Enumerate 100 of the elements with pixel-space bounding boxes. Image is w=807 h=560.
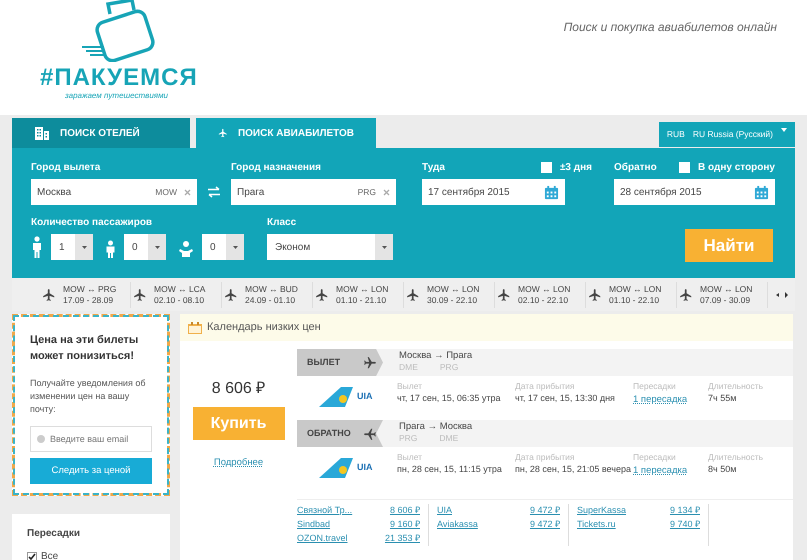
logo-title: #ПАКУЕМСЯ [40,66,198,90]
plane-icon [363,426,377,440]
return-label: Обратно [614,161,657,175]
depart-date-field[interactable]: 17 сентября 2015 [422,179,565,205]
hotel-icon [34,125,50,141]
checkbox[interactable] [679,162,690,173]
count-select[interactable]: 1 [51,234,93,260]
column-label: Длительность [708,381,764,392]
plane-icon [497,288,511,302]
track-price-button[interactable]: Следить за ценой [30,458,152,484]
column-value: 8ч 50м [708,463,738,476]
agency-price-link[interactable]: 9 160 ₽ [390,518,420,532]
destination-field[interactable]: Прага PRG [231,179,396,205]
filter-option-label: Все [41,550,58,560]
recent-route[interactable]: MOW ↔ LON 01.10 - 22.10 [586,282,677,308]
stops-link[interactable]: 1 пересадка [633,393,688,408]
class-label: Класс [267,216,298,230]
logo-tagline: заражаем путешествиями [65,90,168,102]
direction-label: ОБРАТНО [297,420,383,447]
airline-name: UIA [357,390,372,404]
agency-price-link[interactable]: 21 353 ₽ [384,532,420,546]
plane-icon [406,288,420,302]
agency-link[interactable]: Связной Тр... [297,504,352,518]
plane-icon [42,288,56,302]
agency-price-link[interactable]: 9 472 ₽ [530,504,560,518]
caret-icon [781,128,787,132]
destination-label: Город назначения [231,161,322,175]
count-select[interactable]: 0 [124,234,166,260]
recent-route[interactable]: MOW ↔ LON 02.10 - 22.10 [495,282,586,308]
origin-field[interactable]: Москва MOW [31,179,197,205]
recent-route[interactable]: MOW ↔ LCA 02.10 - 08.10 [131,282,222,308]
airline-logo-icon [319,387,353,407]
agency-price-link[interactable]: 9 740 ₽ [670,518,700,532]
recent-route[interactable]: MOW ↔ BUD 24.09 - 01.10 [222,282,313,308]
return-date-field[interactable]: 28 сентября 2015 [614,179,775,205]
agency-price-link[interactable]: 8 606 ₽ [390,504,420,518]
column-label: Вылет [397,452,424,464]
agency-link[interactable]: Sindbad [297,518,330,532]
column-value: чт, 17 сен, 15, 13:30 дня [515,392,616,405]
plane-icon [315,288,329,302]
column-label: Пересадки [633,452,677,464]
airport-code: PRG [358,186,376,198]
agency-link[interactable]: Tickets.ru [577,518,616,532]
plane-icon [224,288,238,302]
depart-label: Туда [422,161,445,175]
person-icon [105,240,116,258]
details-link[interactable]: Подробнее [214,456,264,471]
agency-link[interactable]: UIA [437,504,452,518]
caret-icon [154,246,160,248]
stops-link[interactable]: 1 пересадка [633,464,688,478]
column-value: пн, 28 сен, 15, 21:05 вечера [515,463,632,476]
recent-route[interactable]: MOW ↔ LON 30.09 - 22.10 [404,282,495,308]
filter-title: Пересадки [27,527,82,541]
agency-link[interactable]: OZON.travel [297,532,348,546]
calendar-icon[interactable] [754,184,769,200]
plane-icon [679,288,693,302]
search-tab[interactable]: ПОИСК ОТЕЛЕЙ [12,118,190,148]
column-label: Пересадки [633,381,677,392]
checkbox[interactable] [540,162,552,173]
search-tab[interactable]: ПОИСК АВИАБИЛЕТОВ [196,118,376,148]
airline-logo-icon [319,458,353,478]
column-value: 7ч 55м [708,392,738,405]
locale-selector[interactable]: RUB RU Russia (Русский) [658,122,795,147]
class-select[interactable]: Эконом [267,234,393,260]
airline-name: UIA [357,461,372,474]
return-option-label: В одну сторону [698,161,775,175]
person-icon [178,240,194,258]
subscribe-title: Цена на эти билеты может понизиться! [30,333,140,364]
slogan-text: Поиск и покупка авиабилетов онлайн [564,19,777,36]
price-text: 8 606 ₽ [212,379,266,400]
subscribe-text: Получайте уведомления об изменении цен на вашу почту: [30,376,146,416]
count-select[interactable]: 0 [202,234,244,260]
column-label: Длительность [708,452,764,464]
plane-icon [133,288,147,302]
column-value: пн, 28 сен, 15, 11:15 утра [397,463,503,476]
origin-label: Город вылета [31,161,102,175]
clear-icon[interactable] [383,188,390,196]
checkbox[interactable] [27,552,37,560]
calendar-icon[interactable] [544,184,559,200]
swap-icon[interactable] [207,186,221,198]
calendar-link[interactable]: Календарь низких цен [207,319,321,336]
caret-icon [82,246,86,248]
recent-route[interactable]: MOW ↔ LON 07.09 - 30.09 [677,282,768,308]
caret-icon [382,246,386,248]
airport-code: DME [399,361,418,374]
clear-icon[interactable] [184,188,191,196]
airport-code: MOW [155,186,177,198]
recent-route[interactable]: MOW ↔ PRG 17.09 - 28.09 [40,282,131,308]
email-field[interactable]: Введите ваш email [30,426,152,452]
depart-option-label: ±3 дня [560,161,592,175]
scroll-arrows-icon[interactable] [776,290,788,298]
agency-link[interactable]: SuperKassa [577,504,626,518]
plane-icon [363,356,377,370]
agency-price-link[interactable]: 9 472 ₽ [530,518,560,532]
column-label: Дата прибытия [515,452,576,464]
recent-route[interactable]: MOW ↔ LON 01.10 - 21.10 [313,282,404,308]
calendar-icon [188,322,202,334]
direction-label: ВЫЛЕТ [297,349,383,376]
agency-link[interactable]: Aviakassa [437,518,478,532]
agency-price-link[interactable]: 9 134 ₽ [670,504,700,518]
